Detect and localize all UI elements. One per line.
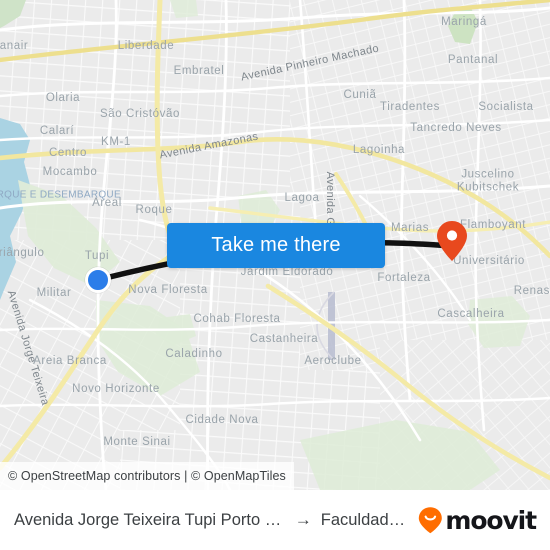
moovit-pin-icon	[419, 507, 443, 534]
moovit-trip-map-card: anair Liberdade Embratel Olaria São Cristóvã…	[0, 0, 550, 550]
destination-pin-marker[interactable]	[436, 220, 468, 267]
trip-origin-label: Avenida Jorge Teixeira Tupi Porto Vel…	[14, 510, 286, 529]
map-attribution: © OpenStreetMap contributors | © OpenMap…	[0, 462, 294, 490]
map-canvas[interactable]: anair Liberdade Embratel Olaria São Cristóvã…	[0, 0, 550, 490]
take-me-there-button[interactable]: Take me there	[167, 223, 385, 268]
trip-footer: Avenida Jorge Teixeira Tupi Porto Vel… →…	[0, 490, 550, 550]
moovit-logo[interactable]: moovit	[417, 505, 537, 535]
trip-destination-label: Faculdade…	[320, 510, 409, 529]
moovit-wordmark: moovit	[445, 505, 537, 535]
arrow-right-icon: →	[294, 510, 312, 529]
attribution-text: © OpenStreetMap contributors | © OpenMap…	[8, 469, 286, 483]
origin-marker[interactable]	[85, 267, 111, 293]
